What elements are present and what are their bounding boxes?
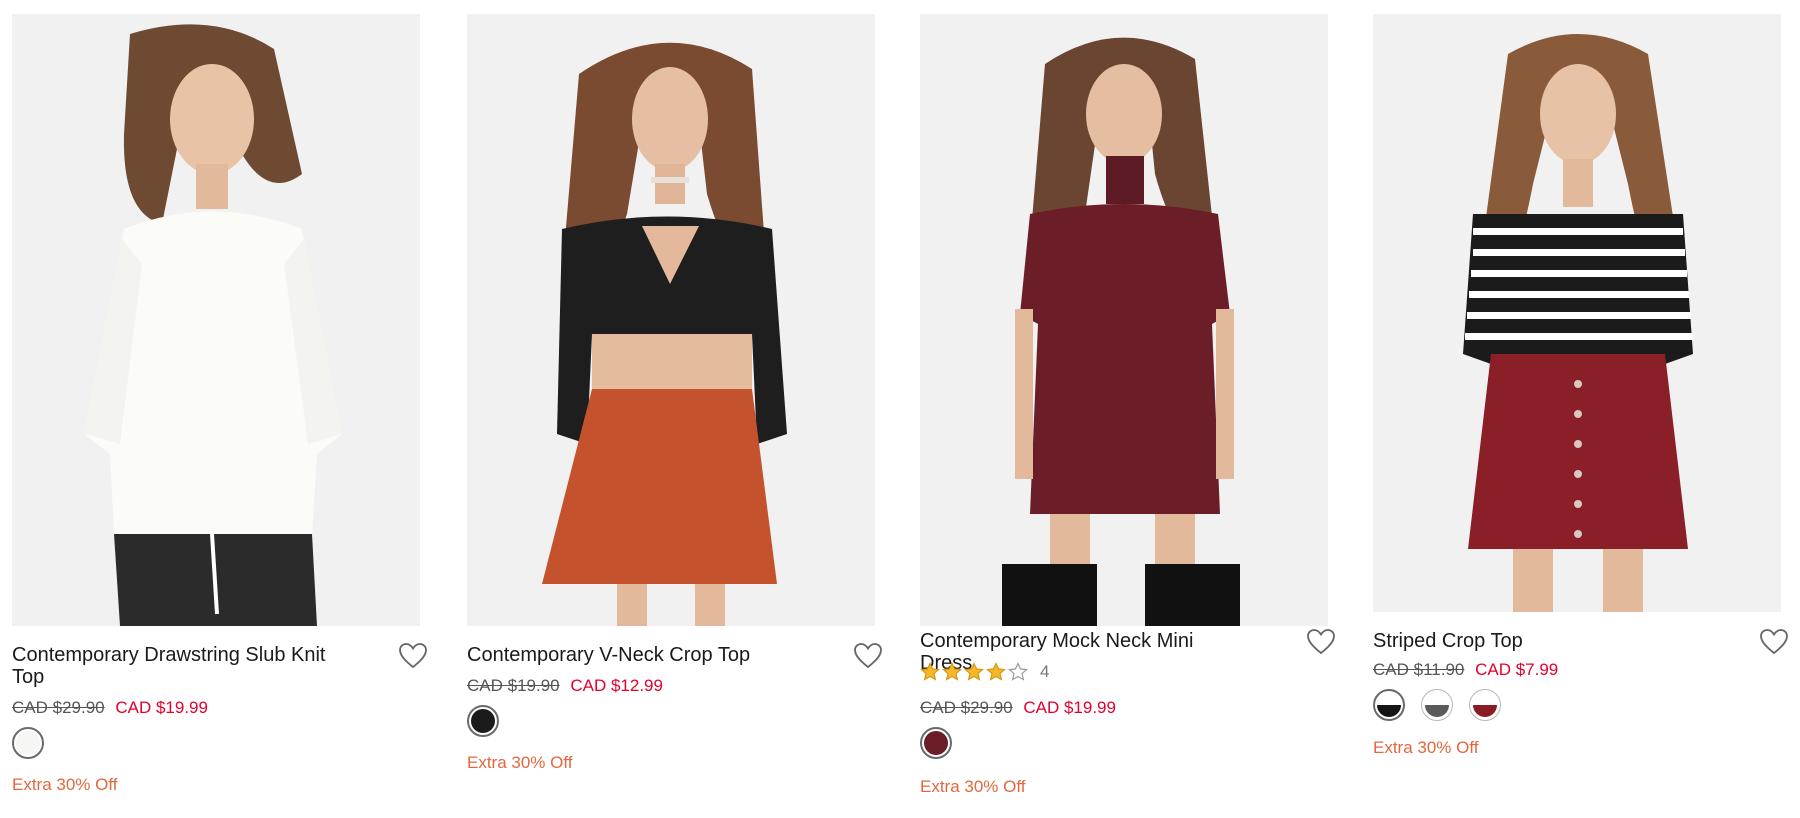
color-swatch[interactable]: [920, 727, 952, 759]
star-rating[interactable]: 4: [920, 662, 1049, 682]
swatch-color: [1473, 693, 1497, 717]
color-swatches: [920, 727, 952, 759]
swatch-color: [1425, 693, 1449, 717]
heart-outline-icon[interactable]: [398, 642, 428, 670]
color-swatch[interactable]: [1373, 689, 1405, 721]
swatch-color-half: [1473, 705, 1497, 717]
color-swatches: [1373, 689, 1501, 721]
price-block: CAD $19.90 CAD $12.99: [467, 676, 663, 696]
color-swatch[interactable]: [467, 705, 499, 737]
swatch-color-half: [1425, 705, 1449, 717]
swatch-color: [924, 731, 948, 755]
swatch-color-half: [1377, 705, 1401, 717]
star-empty-icon: [1008, 662, 1028, 681]
price-block: CAD $11.90 CAD $7.99: [1373, 660, 1558, 680]
star-filled-icon: [942, 662, 962, 681]
promo-label: Extra 30% Off: [12, 775, 118, 794]
product-name[interactable]: Contemporary Drawstring Slub Knit Top: [12, 644, 342, 688]
product-card[interactable]: Striped Crop Top CAD $11.90 CAD $7.99 Ex…: [1373, 14, 1788, 804]
stars: [920, 662, 1028, 682]
promo-label: Extra 30% Off: [920, 777, 1026, 796]
price-block: CAD $29.90 CAD $19.99: [12, 698, 208, 718]
promo-label: Extra 30% Off: [1373, 738, 1479, 757]
original-price: CAD $19.90: [467, 676, 560, 695]
promo-label: Extra 30% Off: [467, 753, 573, 772]
original-price: CAD $29.90: [920, 698, 1013, 717]
price-block: CAD $29.90 CAD $19.99: [920, 698, 1116, 718]
product-name[interactable]: Striped Crop Top: [1373, 630, 1703, 652]
product-image[interactable]: [467, 14, 875, 626]
color-swatch[interactable]: [1421, 689, 1453, 721]
sale-price: CAD $19.99: [1023, 698, 1116, 717]
product-image[interactable]: [920, 14, 1328, 626]
heart-outline-icon[interactable]: [853, 642, 883, 670]
swatch-color: [16, 731, 40, 755]
product-card[interactable]: Contemporary Mock Neck Mini Dress 4 CAD …: [920, 14, 1335, 804]
product-card[interactable]: Contemporary Drawstring Slub Knit Top CA…: [12, 14, 427, 804]
product-card[interactable]: Contemporary V-Neck Crop Top CAD $19.90 …: [467, 14, 882, 804]
original-price: CAD $29.90: [12, 698, 105, 717]
swatch-color: [471, 709, 495, 733]
sale-price: CAD $12.99: [570, 676, 663, 695]
heart-outline-icon[interactable]: [1306, 628, 1336, 656]
product-name[interactable]: Contemporary V-Neck Crop Top: [467, 644, 797, 666]
color-swatches: [12, 727, 44, 759]
product-image[interactable]: [1373, 14, 1781, 612]
color-swatch[interactable]: [1469, 689, 1501, 721]
star-filled-icon: [920, 662, 940, 681]
star-filled-icon: [986, 662, 1006, 681]
color-swatch[interactable]: [12, 727, 44, 759]
sale-price: CAD $7.99: [1475, 660, 1559, 679]
swatch-color: [1377, 693, 1401, 717]
sale-price: CAD $19.99: [115, 698, 208, 717]
product-image[interactable]: [12, 14, 420, 626]
rating-count: 4: [1040, 662, 1050, 681]
original-price: CAD $11.90: [1373, 660, 1465, 679]
heart-outline-icon[interactable]: [1759, 628, 1789, 656]
star-filled-icon: [964, 662, 984, 681]
color-swatches: [467, 705, 499, 737]
